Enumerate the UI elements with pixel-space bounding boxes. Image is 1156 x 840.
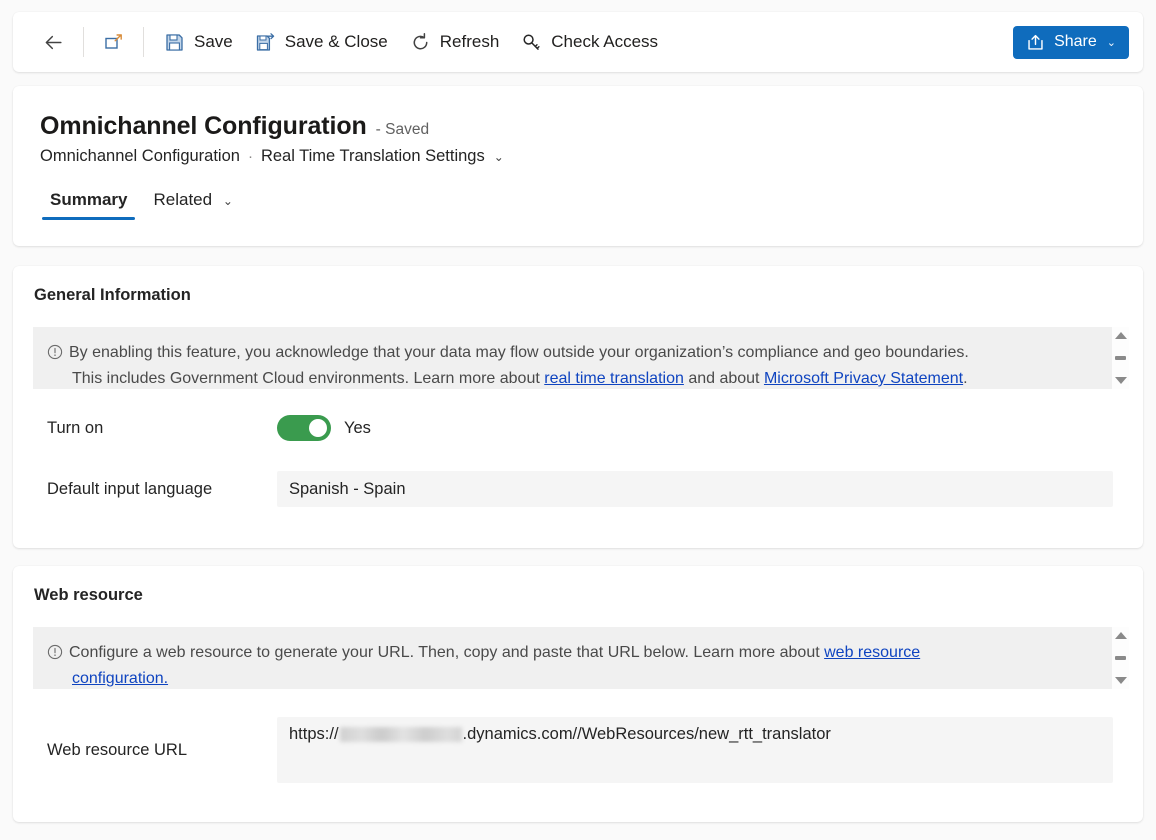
default-input-language-field[interactable]: Spanish - Spain xyxy=(277,471,1113,507)
general-section-title: General Information xyxy=(13,266,1143,305)
general-notification-text: By enabling this feature, you acknowledg… xyxy=(69,340,969,389)
scroll-up-icon[interactable] xyxy=(1115,632,1127,639)
save-and-close-icon xyxy=(255,32,276,53)
tab-list: Summary Related ⌄ xyxy=(40,186,1115,222)
share-icon xyxy=(1025,32,1046,53)
save-button-label: Save xyxy=(194,32,233,52)
scrollbar-thumb[interactable] xyxy=(1115,656,1126,660)
arrow-left-icon xyxy=(43,32,64,53)
save-status: - Saved xyxy=(376,121,429,139)
general-notification-line1: By enabling this feature, you acknowledg… xyxy=(69,344,969,361)
web-resource-url-field[interactable]: https:// .dynamics.com//WebResources/new_… xyxy=(277,717,1113,783)
back-button[interactable] xyxy=(33,22,74,62)
breadcrumb-record[interactable]: Real Time Translation Settings xyxy=(261,147,485,166)
record-header-card: Omnichannel Configuration - Saved Omnich… xyxy=(13,86,1143,246)
info-circle-icon xyxy=(47,644,63,660)
toolbar-divider-2 xyxy=(143,27,144,57)
url-prefix: https:// xyxy=(289,725,339,744)
command-bar: Save Save & Close xyxy=(13,12,1143,72)
default-input-language-row: Default input language Spanish - Spain xyxy=(13,471,1143,507)
breadcrumb: Omnichannel Configuration · Real Time Tr… xyxy=(40,147,1115,166)
breadcrumb-separator: · xyxy=(248,148,253,165)
web-resource-url-label: Web resource URL xyxy=(47,741,277,760)
toggle-switch[interactable] xyxy=(277,415,331,441)
refresh-label: Refresh xyxy=(440,32,500,52)
url-suffix: .dynamics.com//WebResources/new_rtt_tran… xyxy=(463,725,831,744)
refresh-button[interactable]: Refresh xyxy=(399,22,511,62)
web-resource-notification-line1-prefix: Configure a web resource to generate you… xyxy=(69,644,824,661)
redacted-org-name xyxy=(340,727,462,742)
scrollbar-thumb[interactable] xyxy=(1115,356,1126,360)
scroll-down-icon[interactable] xyxy=(1115,677,1127,684)
save-floppy-icon xyxy=(164,32,185,53)
general-notification-line2-prefix: This includes Government Cloud environme… xyxy=(72,370,544,387)
save-button[interactable]: Save xyxy=(153,22,244,62)
toggle-knob xyxy=(309,419,327,437)
general-notification-scrollbar[interactable] xyxy=(1112,327,1129,389)
tab-related[interactable]: Related ⌄ xyxy=(143,186,242,222)
chevron-down-icon: ⌄ xyxy=(223,194,233,208)
default-input-language-label: Default input language xyxy=(47,480,277,499)
web-resource-section-title: Web resource xyxy=(13,566,1143,605)
web-resource-configuration-link-cont[interactable]: configuration. xyxy=(72,670,168,687)
microsoft-privacy-statement-link[interactable]: Microsoft Privacy Statement xyxy=(764,370,963,387)
general-notification-banner: By enabling this feature, you acknowledg… xyxy=(33,327,1129,389)
record-title: Omnichannel Configuration xyxy=(40,112,367,141)
toolbar-divider xyxy=(83,27,84,57)
scroll-down-icon[interactable] xyxy=(1115,377,1127,384)
tab-related-label: Related xyxy=(153,190,212,209)
tab-summary-label: Summary xyxy=(50,190,127,209)
app-page: Save Save & Close xyxy=(0,0,1156,840)
real-time-translation-link[interactable]: real time translation xyxy=(544,370,684,387)
web-resource-configuration-link[interactable]: web resource xyxy=(824,644,920,661)
general-notification-line2-middle: and about xyxy=(684,370,764,387)
web-resource-notification-text: Configure a web resource to generate you… xyxy=(69,640,920,689)
share-button[interactable]: Share ⌄ xyxy=(1013,26,1129,59)
page-title: Omnichannel Configuration - Saved xyxy=(40,112,1115,141)
key-icon xyxy=(521,32,542,53)
chevron-down-icon[interactable]: ⌄ xyxy=(494,150,504,164)
check-access-button[interactable]: Check Access xyxy=(510,22,669,62)
general-notification-line2-suffix: . xyxy=(963,370,967,387)
refresh-icon xyxy=(410,32,431,53)
open-in-new-window-button[interactable] xyxy=(93,22,134,62)
popout-icon xyxy=(103,32,124,53)
save-and-close-label: Save & Close xyxy=(285,32,388,52)
tab-summary[interactable]: Summary xyxy=(40,186,137,222)
turn-on-row: Turn on Yes xyxy=(13,415,1143,441)
chevron-down-icon: ⌄ xyxy=(1107,36,1116,49)
web-resource-notification-banner: Configure a web resource to generate you… xyxy=(33,627,1129,689)
check-access-label: Check Access xyxy=(551,32,658,52)
turn-on-label: Turn on xyxy=(47,419,277,438)
breadcrumb-entity[interactable]: Omnichannel Configuration xyxy=(40,147,240,166)
web-resource-section: Web resource Configure a web resource to… xyxy=(13,566,1143,822)
share-button-label: Share xyxy=(1054,33,1097,51)
info-circle-icon xyxy=(47,344,63,360)
turn-on-value: Yes xyxy=(344,419,371,438)
web-resource-notification-scrollbar[interactable] xyxy=(1112,627,1129,689)
web-resource-url-row: Web resource URL https:// .dynamics.com//… xyxy=(13,717,1143,783)
general-information-section: General Information By enabling this fea… xyxy=(13,266,1143,548)
save-and-close-button[interactable]: Save & Close xyxy=(244,22,399,62)
scroll-up-icon[interactable] xyxy=(1115,332,1127,339)
turn-on-toggle[interactable]: Yes xyxy=(277,415,1113,441)
web-resource-url-value: https:// .dynamics.com//WebResources/new_… xyxy=(289,725,831,744)
